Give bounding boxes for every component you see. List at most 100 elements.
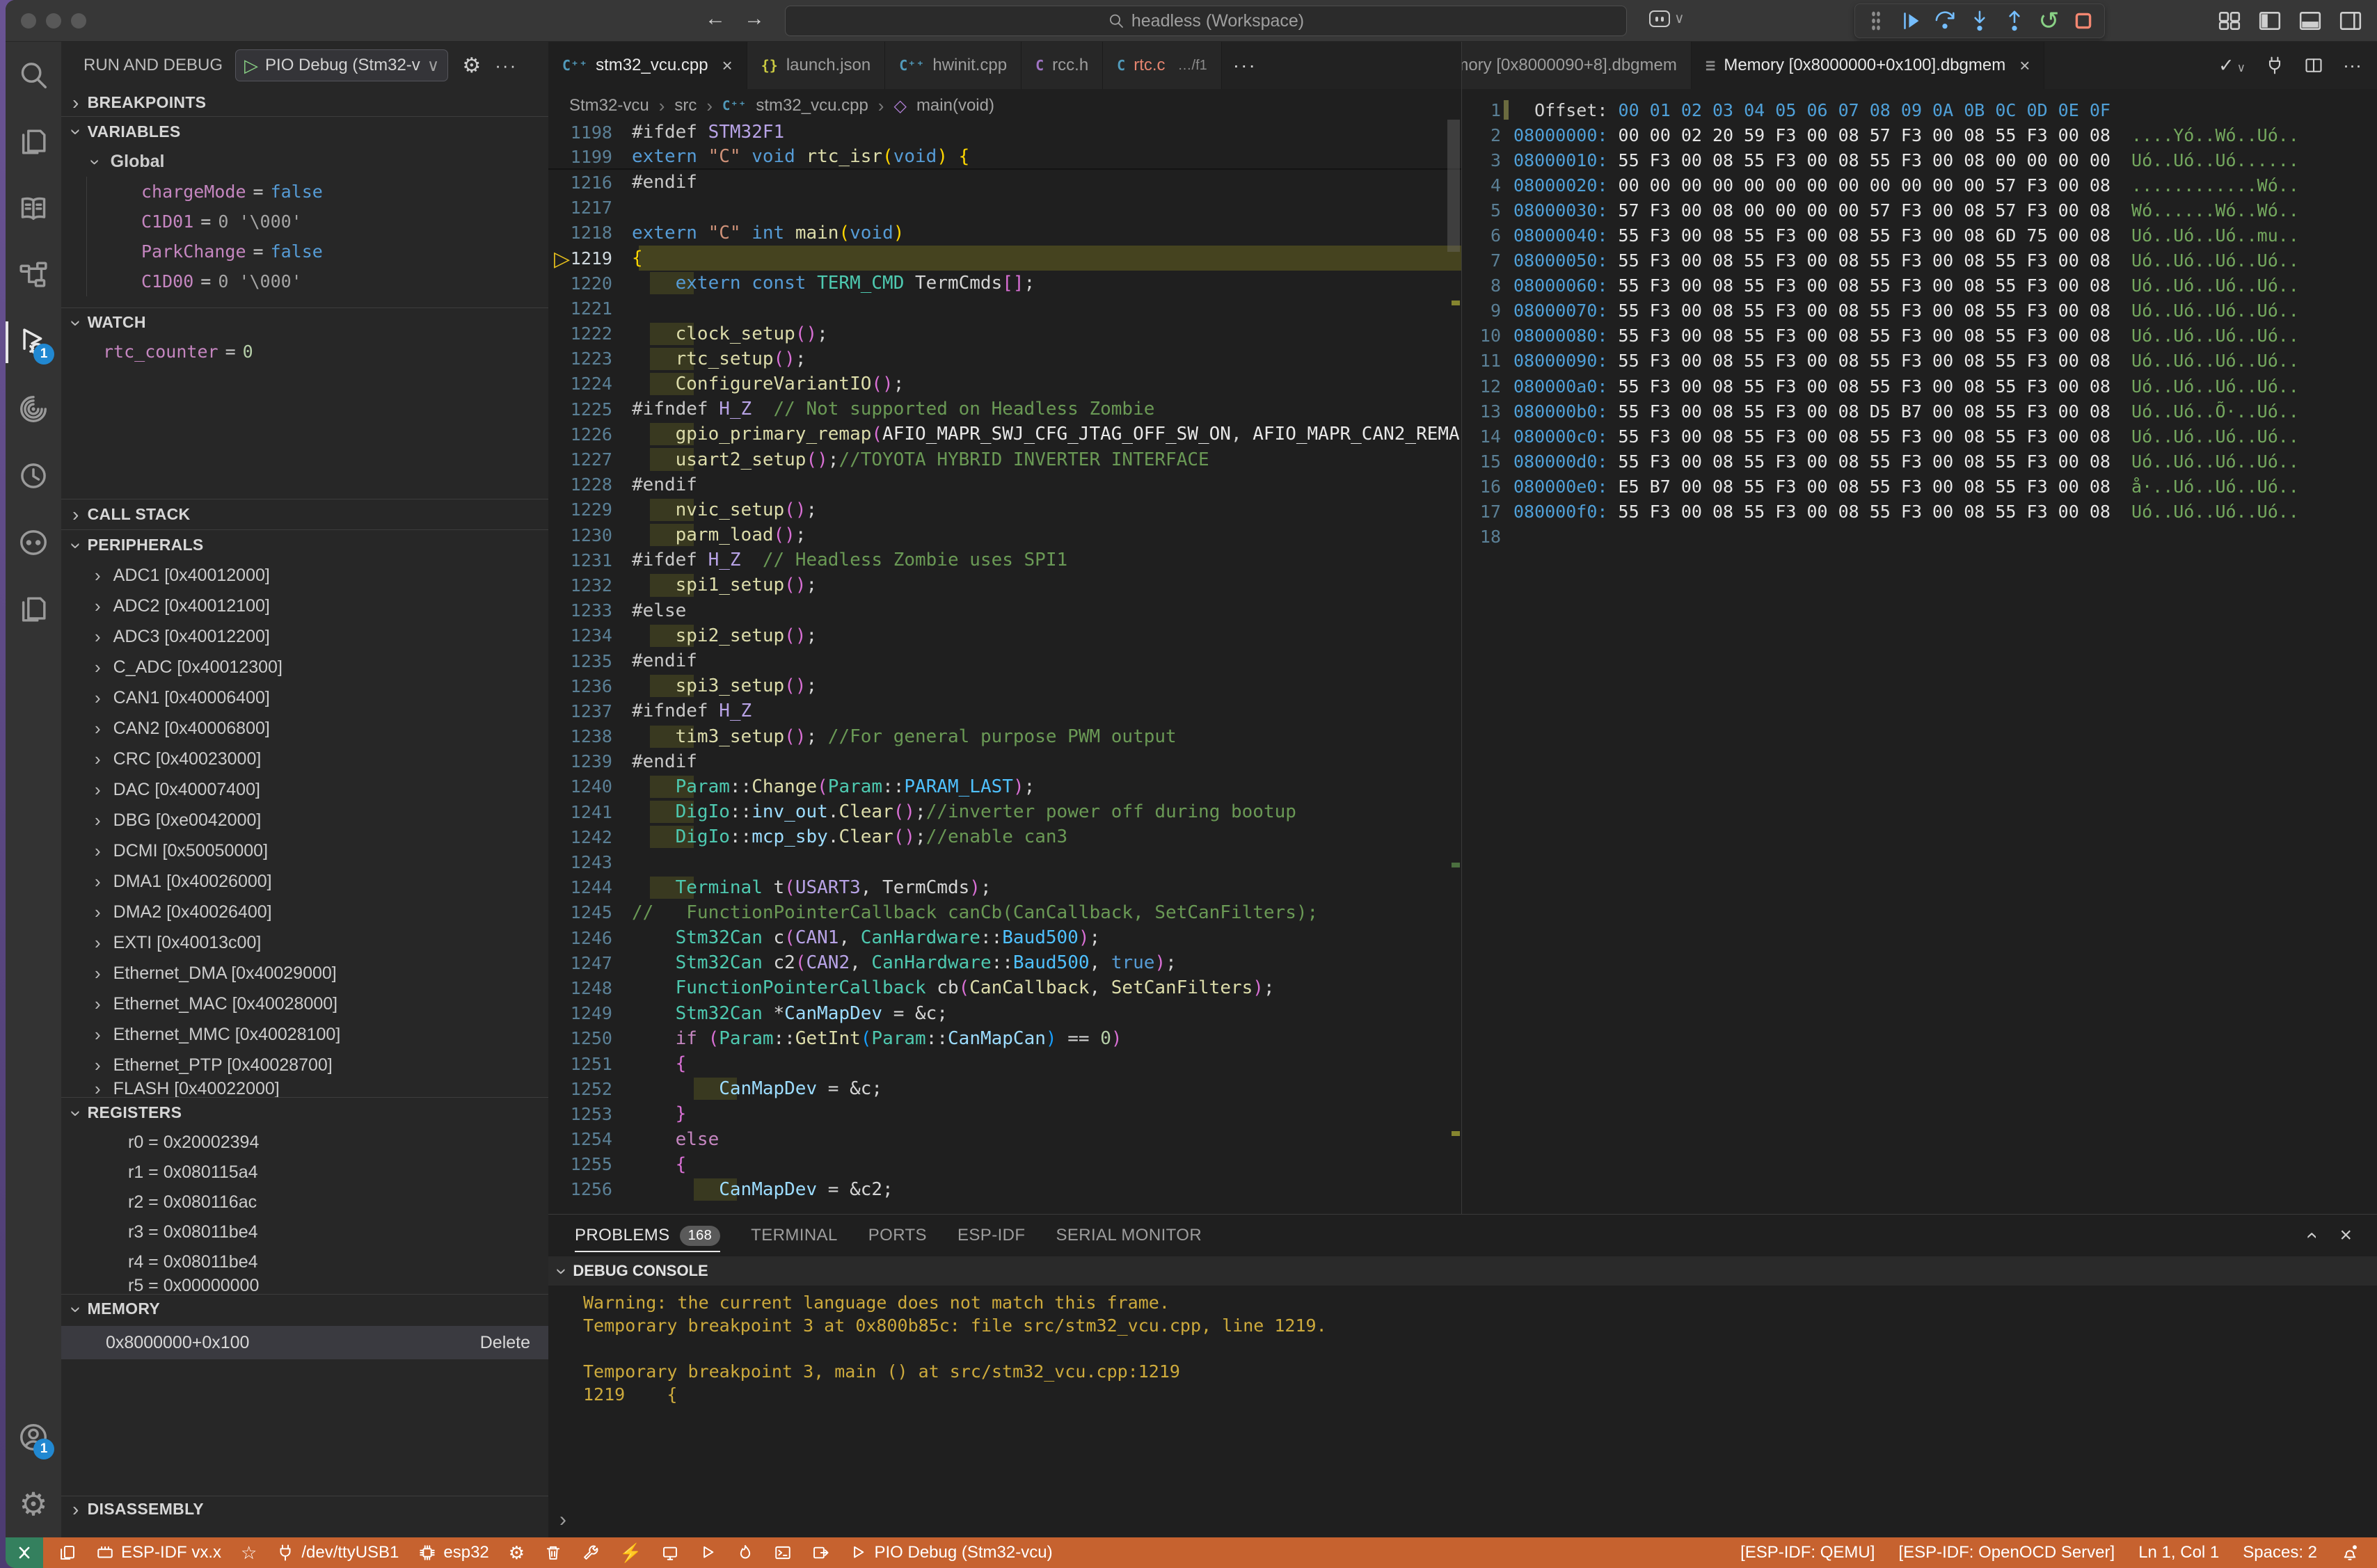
code-line-1220[interactable]: 1220 extern const TERM_CMD TermCmds[];	[548, 271, 1461, 296]
code-line-1246[interactable]: 1246 Stm32Can c(CAN1, CanHardware::Baud5…	[548, 925, 1461, 950]
panel-tab-PROBLEMS[interactable]: PROBLEMS168	[575, 1215, 720, 1256]
register-item-partial[interactable]: r5 = 0x00000000	[61, 1277, 548, 1294]
drag-handle-icon[interactable]	[1862, 7, 1890, 35]
line-number[interactable]: 1256	[548, 1179, 632, 1199]
close-tab-icon[interactable]: ×	[722, 55, 733, 77]
code-line-1250[interactable]: 1250 if (Param::GetInt(Param::CanMapCan)…	[548, 1026, 1461, 1051]
line-number[interactable]: 1238	[548, 726, 632, 746]
customize-layout-icon[interactable]	[2217, 8, 2242, 33]
register-item[interactable]: r2 = 0x080116ac	[61, 1187, 548, 1217]
line-number[interactable]: 1243	[548, 852, 632, 872]
toggle-right-sidebar-icon[interactable]	[2338, 8, 2363, 33]
code-line-1222[interactable]: 1222 clock_setup();	[548, 321, 1461, 346]
activity-item-platformio-icon[interactable]	[6, 509, 61, 576]
register-item[interactable]: r0 = 0x20002394	[61, 1128, 548, 1158]
toggle-panel-icon[interactable]	[2298, 8, 2323, 33]
more-actions-icon[interactable]: ···	[2343, 55, 2362, 77]
tab-Memory [0x8000090+8].dbgmem[interactable]: Memory [0x8000090+8].dbgmem	[1462, 42, 1692, 89]
peripheral-item[interactable]: ›EXTI [0x40013c00]	[61, 927, 548, 958]
line-number[interactable]: 1229	[548, 499, 632, 520]
peripheral-item-partial[interactable]: ›FLASH [0x40022000]	[61, 1080, 548, 1097]
debug-config-dropdown[interactable]: ▷ PIO Debug (Stm32-v ∨	[235, 49, 448, 81]
variable-row[interactable]: ParkChange=false	[87, 237, 548, 266]
section-breakpoints[interactable]: ›BREAKPOINTS	[61, 89, 548, 117]
editor-scrollbar[interactable]	[1447, 120, 1460, 252]
variable-row[interactable]: C1D00=0 '\000'	[87, 266, 548, 296]
line-number[interactable]: 1234	[548, 625, 632, 646]
section-registers[interactable]: ›REGISTERS	[61, 1097, 548, 1128]
activity-item-search-icon[interactable]	[6, 42, 61, 109]
line-number[interactable]: 1227	[548, 449, 632, 470]
activity-item-book-icon[interactable]	[6, 175, 61, 242]
code-line-1225[interactable]: 1225#ifndef H_Z // Not supported on Head…	[548, 397, 1461, 422]
maximize-panel-icon[interactable]: ›	[2299, 1232, 2323, 1239]
panel-tab-PORTS[interactable]: PORTS	[868, 1215, 927, 1256]
code-line-1216[interactable]: 1216#endif	[548, 170, 1461, 195]
hex-dump[interactable]: 1 Offset: 00 01 02 03 04 05 06 07 08 09 …	[1462, 97, 2377, 550]
copilot-icon[interactable]: ∨	[1649, 10, 1685, 27]
section-peripherals[interactable]: ›PERIPHERALS	[61, 529, 548, 560]
variable-row[interactable]: C1D01=0 '\000'	[87, 207, 548, 237]
status-item-/dev/ttyUSB1[interactable]: /dev/ttyUSB1	[276, 1543, 399, 1562]
nav-forward-button[interactable]: →	[744, 7, 765, 31]
continue-button[interactable]	[1897, 7, 1925, 35]
code-line-1223[interactable]: 1223 rtc_setup();	[548, 346, 1461, 371]
section-memory[interactable]: ›MEMORY	[61, 1294, 548, 1323]
code-line-1239[interactable]: 1239#endif	[548, 749, 1461, 774]
activity-item-settings-icon[interactable]: ⚙	[6, 1471, 61, 1537]
code-line-1229[interactable]: 1229 nvic_setup();	[548, 497, 1461, 522]
peripheral-item[interactable]: ›DMA2 [0x40026400]	[61, 897, 548, 927]
line-number[interactable]: 1198	[548, 122, 632, 143]
code-line-1237[interactable]: 1237#ifndef H_Z	[548, 698, 1461, 723]
status-item[interactable]	[736, 1544, 754, 1562]
line-number[interactable]: 1237	[548, 701, 632, 721]
status-item[interactable]: ⚡	[619, 1544, 642, 1562]
line-number[interactable]: 1218	[548, 223, 632, 243]
code-line-1221[interactable]: 1221	[548, 296, 1461, 321]
status-item[interactable]	[811, 1544, 829, 1562]
status-item-[ESP-IDF: QEMU][interactable]: [ESP-IDF: QEMU]	[1740, 1543, 1875, 1562]
line-number[interactable]: 1247	[548, 953, 632, 973]
status-item[interactable]	[582, 1544, 600, 1562]
code-line-1252[interactable]: 1252 CanMapDev = &c;	[548, 1076, 1461, 1101]
nav-back-button[interactable]: ←	[705, 7, 726, 31]
peripheral-item[interactable]: ›ADC1 [0x40012000]	[61, 560, 548, 591]
debug-console-output[interactable]: Warning: the current language does not m…	[548, 1286, 2377, 1407]
step-into-button[interactable]	[1966, 7, 1994, 35]
code-line-1232[interactable]: 1232 spi1_setup();	[548, 573, 1461, 598]
line-number[interactable]: 1249	[548, 1003, 632, 1023]
panel-tab-TERMINAL[interactable]: TERMINAL	[751, 1215, 838, 1256]
register-item[interactable]: r1 = 0x080115a4	[61, 1158, 548, 1187]
line-number[interactable]: 1224	[548, 374, 632, 394]
code-line-1235[interactable]: 1235#endif	[548, 648, 1461, 673]
command-center-search[interactable]: headless (Workspace)	[785, 6, 1627, 36]
section-variables[interactable]: ›VARIABLES	[61, 117, 548, 146]
line-number[interactable]: 1245	[548, 902, 632, 922]
code-line-1231[interactable]: 1231#ifdef H_Z // Headless Zombie uses S…	[548, 547, 1461, 573]
line-number[interactable]: 1248	[548, 978, 632, 998]
step-over-button[interactable]	[1931, 7, 1959, 35]
peripheral-item[interactable]: ›DMA1 [0x40026000]	[61, 866, 548, 897]
line-number[interactable]: 1250	[548, 1028, 632, 1048]
code-line-1242[interactable]: 1242 DigIo::mcp_sby.Clear();//enable can…	[548, 824, 1461, 849]
code-line-1253[interactable]: 1253 }	[548, 1101, 1461, 1126]
status-item-esp32[interactable]: esp32	[418, 1543, 488, 1562]
memory-range-item[interactable]: 0x8000000+0x100 Delete	[61, 1326, 548, 1359]
peripheral-item[interactable]: ›Ethernet_PTP [0x40028700]	[61, 1050, 548, 1080]
line-number[interactable]: 1226	[548, 424, 632, 445]
line-number[interactable]: 1216	[548, 173, 632, 193]
line-number[interactable]: 1255	[548, 1154, 632, 1174]
activity-item-run-and-debug-icon[interactable]: 1	[6, 309, 61, 376]
line-number[interactable]: 1222	[548, 323, 632, 344]
line-number[interactable]: 1253	[548, 1104, 632, 1124]
code-area[interactable]: 1198#ifdef STM32F11199extern "C" void rt…	[548, 120, 1461, 1214]
code-line-1233[interactable]: 1233#else	[548, 598, 1461, 623]
register-item[interactable]: r3 = 0x08011be4	[61, 1217, 548, 1247]
remote-indicator[interactable]	[6, 1537, 43, 1568]
register-item[interactable]: r4 = 0x08011be4	[61, 1247, 548, 1277]
line-number[interactable]: 1242	[548, 827, 632, 847]
line-number[interactable]: 1221	[548, 298, 632, 319]
toggle-left-sidebar-icon[interactable]	[2257, 8, 2282, 33]
section-disassembly[interactable]: ›DISASSEMBLY	[61, 1496, 548, 1522]
tab-rcc.h[interactable]: Crcc.h	[1021, 42, 1103, 89]
